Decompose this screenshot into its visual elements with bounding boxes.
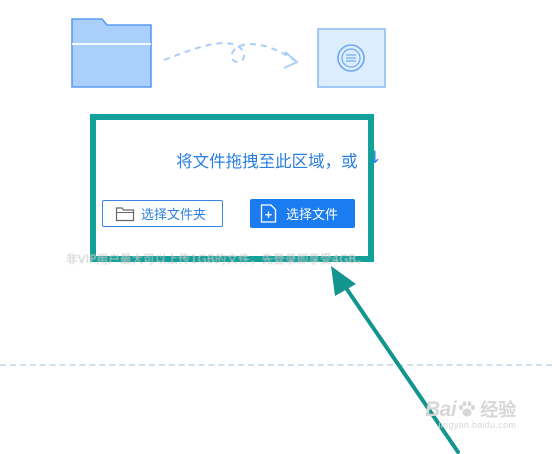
paw-icon bbox=[459, 401, 476, 417]
file-add-icon bbox=[260, 204, 277, 223]
folder-icon bbox=[71, 18, 152, 88]
watermark: Bai 经验 jingyan.baidu.com bbox=[425, 396, 516, 430]
select-folder-label: 选择文件夹 bbox=[141, 208, 207, 223]
watermark-site: jingyan.baidu.com bbox=[438, 420, 517, 430]
flow-dashed-arrow-icon bbox=[163, 42, 299, 69]
select-folder-button[interactable]: 选择文件夹 bbox=[102, 200, 223, 227]
convert-icon bbox=[317, 28, 386, 88]
select-file-button[interactable]: 选择文件 bbox=[250, 199, 355, 228]
watermark-brand-suffix: 经验 bbox=[480, 400, 517, 420]
drop-zone-prompt-text: 将文件拖拽至此区域，或 bbox=[176, 152, 358, 171]
dashed-divider bbox=[0, 364, 552, 366]
drop-zone-prompt[interactable]: 将文件拖拽至此区域，或 ↓ bbox=[0, 148, 552, 172]
highlight-frame bbox=[90, 114, 374, 262]
folder-outline-icon bbox=[115, 206, 135, 221]
watermark-brand: Bai bbox=[425, 398, 457, 421]
upload-size-hint: 非VIP用户最大可以上传1GB的文件，先登录即享受4GB。 bbox=[66, 252, 369, 266]
arrow-down-icon: ↓ bbox=[367, 148, 382, 168]
upload-illustration bbox=[71, 18, 386, 88]
select-file-label: 选择文件 bbox=[286, 208, 339, 223]
